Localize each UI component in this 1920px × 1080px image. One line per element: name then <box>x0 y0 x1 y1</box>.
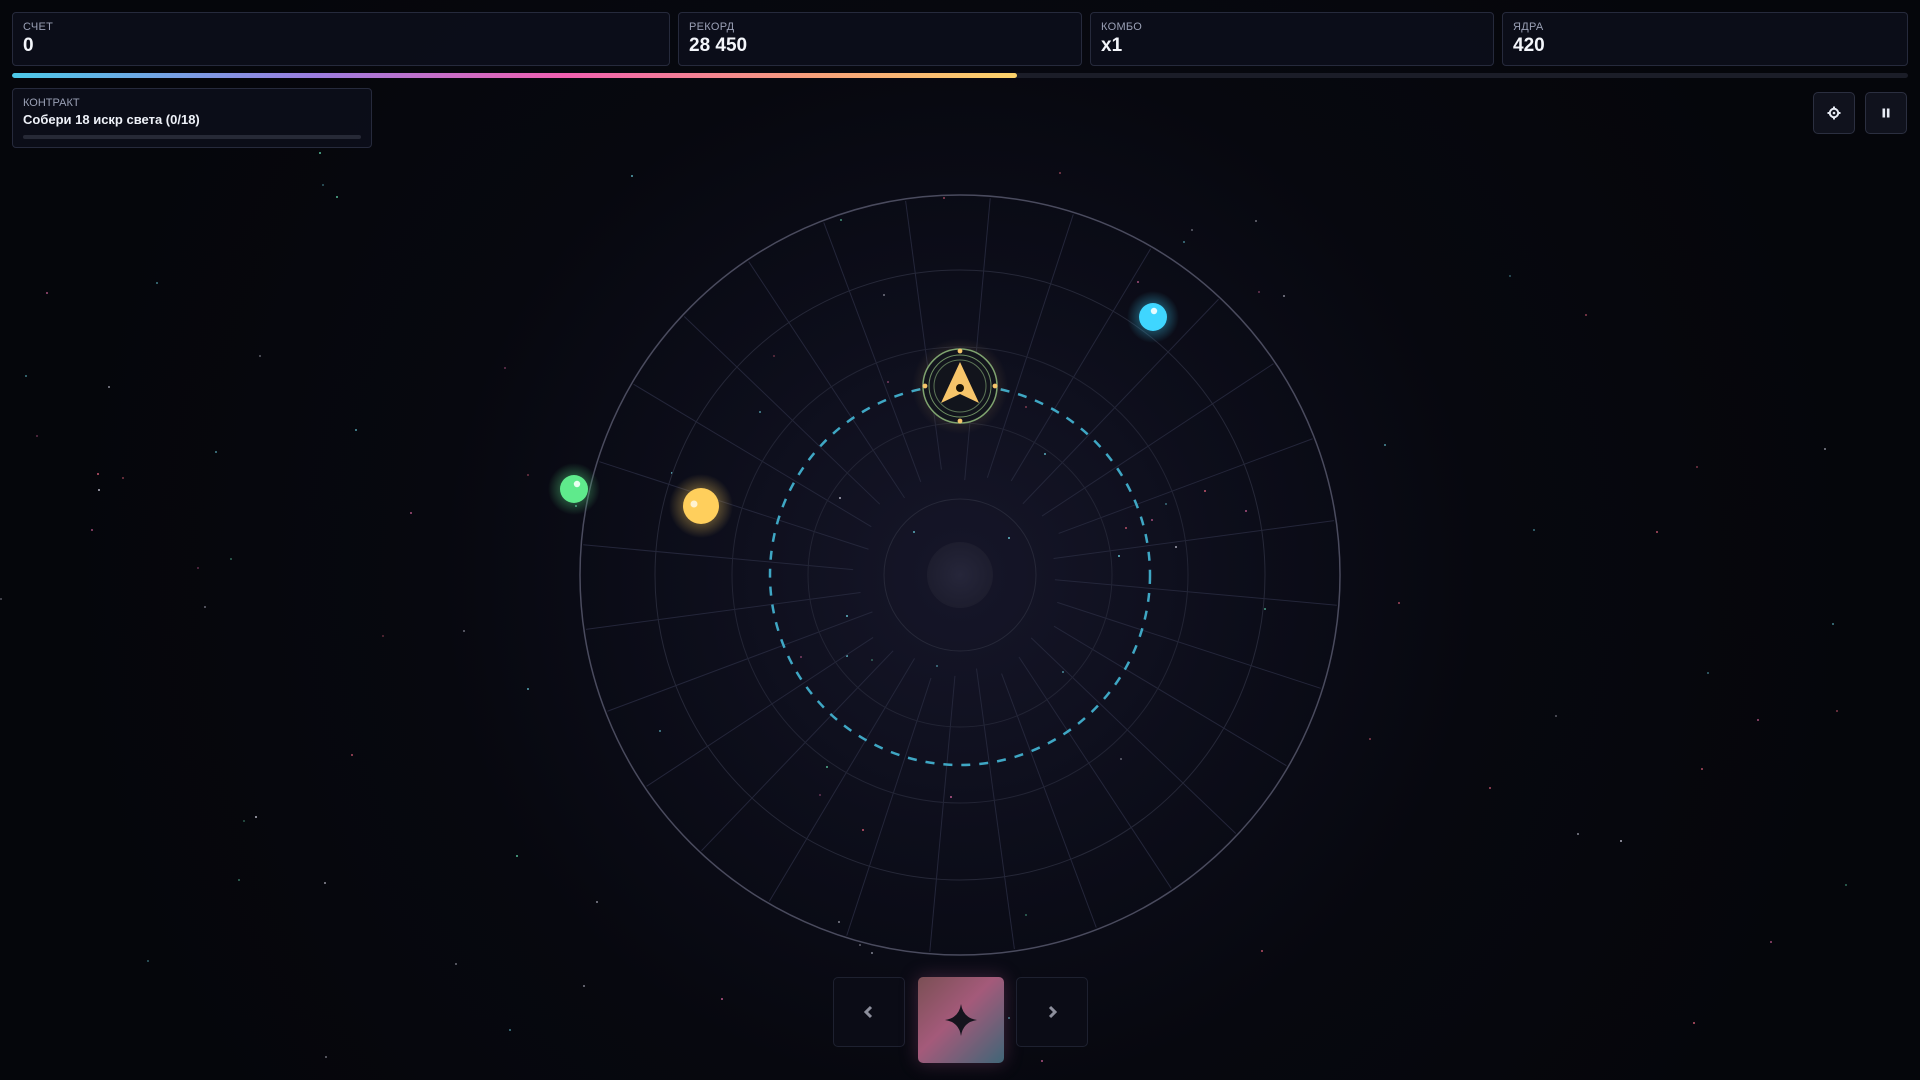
selected-ability-card[interactable] <box>918 977 1004 1063</box>
grid-spoke <box>1030 637 1237 834</box>
arena-core <box>927 542 993 608</box>
grid-spoke <box>846 677 932 936</box>
grid-spoke <box>929 675 956 952</box>
grid-spoke <box>748 261 905 499</box>
grid-spoke <box>905 200 942 470</box>
player-ship <box>912 338 1008 434</box>
cyan-orb <box>1127 291 1179 343</box>
grid-spoke <box>607 611 873 712</box>
grid-spoke <box>1053 625 1287 767</box>
next-ability-button[interactable] <box>1016 977 1088 1047</box>
grid-spoke <box>585 592 861 630</box>
grid-spoke <box>1010 248 1152 482</box>
grid-spoke <box>975 668 1015 950</box>
grid-spoke <box>1058 438 1313 534</box>
four-point-star-icon <box>945 1004 977 1036</box>
yellow-orb <box>669 474 733 538</box>
prev-ability-button[interactable] <box>833 977 905 1047</box>
grid-spoke <box>768 658 915 902</box>
grid-spoke <box>1001 673 1097 928</box>
grid-spoke <box>599 461 869 550</box>
grid-spoke <box>1054 579 1337 606</box>
grid-spoke <box>1057 601 1321 689</box>
grid-spoke <box>1041 363 1274 517</box>
orbit-arena[interactable] <box>0 0 1920 1080</box>
grid-spoke <box>986 214 1074 478</box>
grid-spoke <box>823 222 922 483</box>
chevron-right-icon <box>1048 1005 1058 1019</box>
grid-spoke <box>583 544 854 571</box>
green-orb <box>548 463 600 515</box>
chevron-left-icon <box>863 1005 873 1019</box>
grid-spoke <box>701 650 894 852</box>
grid-spoke <box>646 637 874 787</box>
grid-spoke <box>683 316 881 505</box>
grid-spoke <box>1018 656 1172 889</box>
grid-spoke <box>1053 520 1335 560</box>
